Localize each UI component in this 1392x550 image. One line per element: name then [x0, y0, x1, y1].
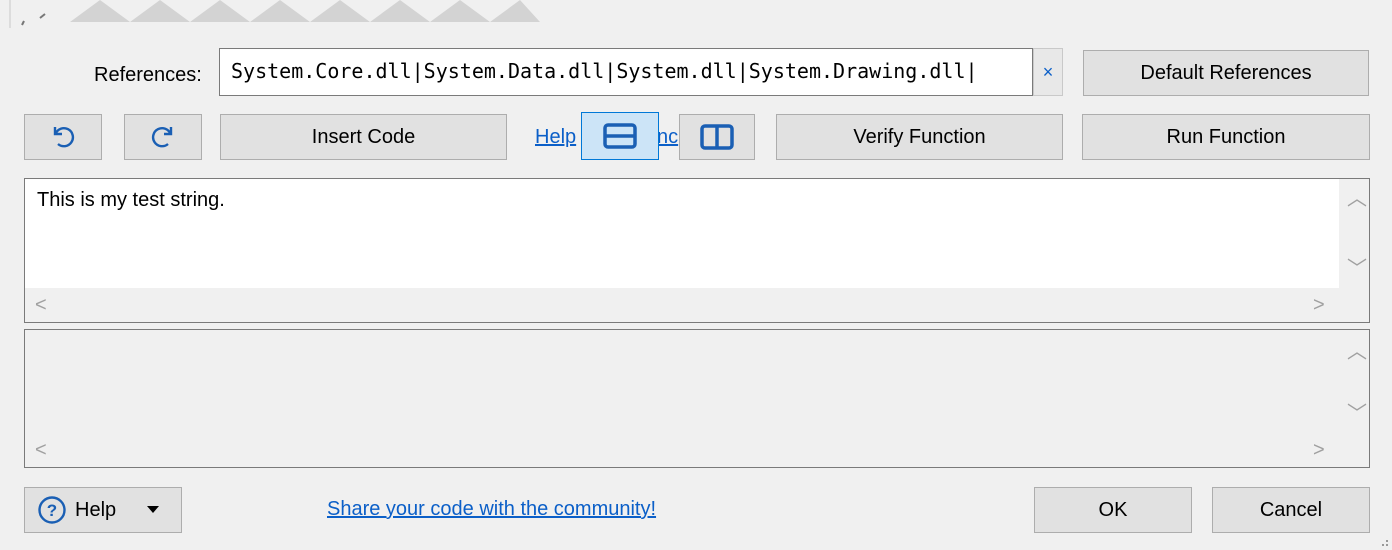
undo-icon [53, 127, 75, 148]
insert-code-button[interactable]: Insert Code [220, 114, 507, 160]
default-references-label: Default References [1140, 61, 1312, 84]
references-label: References: [94, 64, 202, 86]
horizontal-split-icon [603, 123, 637, 149]
redo-button[interactable] [124, 114, 202, 160]
cancel-button[interactable]: Cancel [1212, 487, 1370, 533]
scroll-down-icon[interactable]: ﹀ [1347, 404, 1367, 424]
share-code-link[interactable]: Share your code with the community! [327, 498, 656, 521]
run-function-button[interactable]: Run Function [1082, 114, 1370, 160]
vertical-split-icon [700, 124, 734, 150]
horizontal-split-button[interactable] [581, 112, 659, 160]
verify-function-label: Verify Function [853, 125, 986, 148]
help-link[interactable]: Help [535, 126, 576, 149]
scroll-up-icon[interactable]: ︿ [1347, 342, 1367, 362]
dropdown-arrow-icon [147, 506, 160, 513]
function-help-link[interactable]: nc [657, 126, 678, 149]
scroll-up-icon[interactable]: ︿ [1347, 189, 1367, 209]
references-input[interactable]: System.Core.dll|System.Data.dll|System.d… [219, 48, 1033, 96]
scroll-left-icon[interactable]: < [35, 295, 47, 315]
scroll-right-icon[interactable]: > [1313, 295, 1325, 315]
vertical-split-button[interactable] [679, 114, 755, 160]
scroll-down-icon[interactable]: ﹀ [1347, 259, 1367, 279]
help-button-label: Help [75, 498, 117, 521]
scroll-left-icon[interactable]: < [35, 440, 47, 460]
input-text-area[interactable]: This is my test string. ︿ ﹀ < > [24, 178, 1370, 323]
output-horizontal-scrollbar[interactable]: < > [25, 433, 1369, 467]
input-horizontal-scrollbar[interactable]: < > [25, 288, 1369, 322]
svg-text:?: ? [47, 501, 57, 520]
redo-icon [151, 127, 173, 148]
help-dropdown-button[interactable]: ? Help [24, 487, 182, 533]
scroll-right-icon[interactable]: > [1313, 440, 1325, 460]
output-text-area[interactable]: ︿ ﹀ < > [24, 329, 1370, 468]
references-value: System.Core.dll|System.Data.dll|System.d… [231, 59, 978, 83]
insert-code-label: Insert Code [311, 125, 416, 148]
ok-button[interactable]: OK [1034, 487, 1192, 533]
verify-function-button[interactable]: Verify Function [776, 114, 1063, 160]
clear-references-button[interactable]: × [1033, 48, 1063, 96]
resize-grip-icon[interactable] [1380, 538, 1390, 548]
input-text: This is my test string. [37, 189, 225, 211]
output-vertical-scrollbar[interactable]: ︿ ﹀ [1339, 330, 1369, 433]
input-vertical-scrollbar[interactable]: ︿ ﹀ [1339, 179, 1369, 288]
clear-icon: × [1042, 61, 1054, 82]
top-edge-decoration [0, 0, 1392, 28]
undo-button[interactable] [24, 114, 102, 160]
help-circle-icon: ? [38, 496, 66, 524]
default-references-button[interactable]: Default References [1083, 50, 1369, 96]
ok-label: OK [1098, 498, 1128, 521]
run-function-label: Run Function [1166, 125, 1286, 148]
cancel-label: Cancel [1259, 498, 1323, 521]
